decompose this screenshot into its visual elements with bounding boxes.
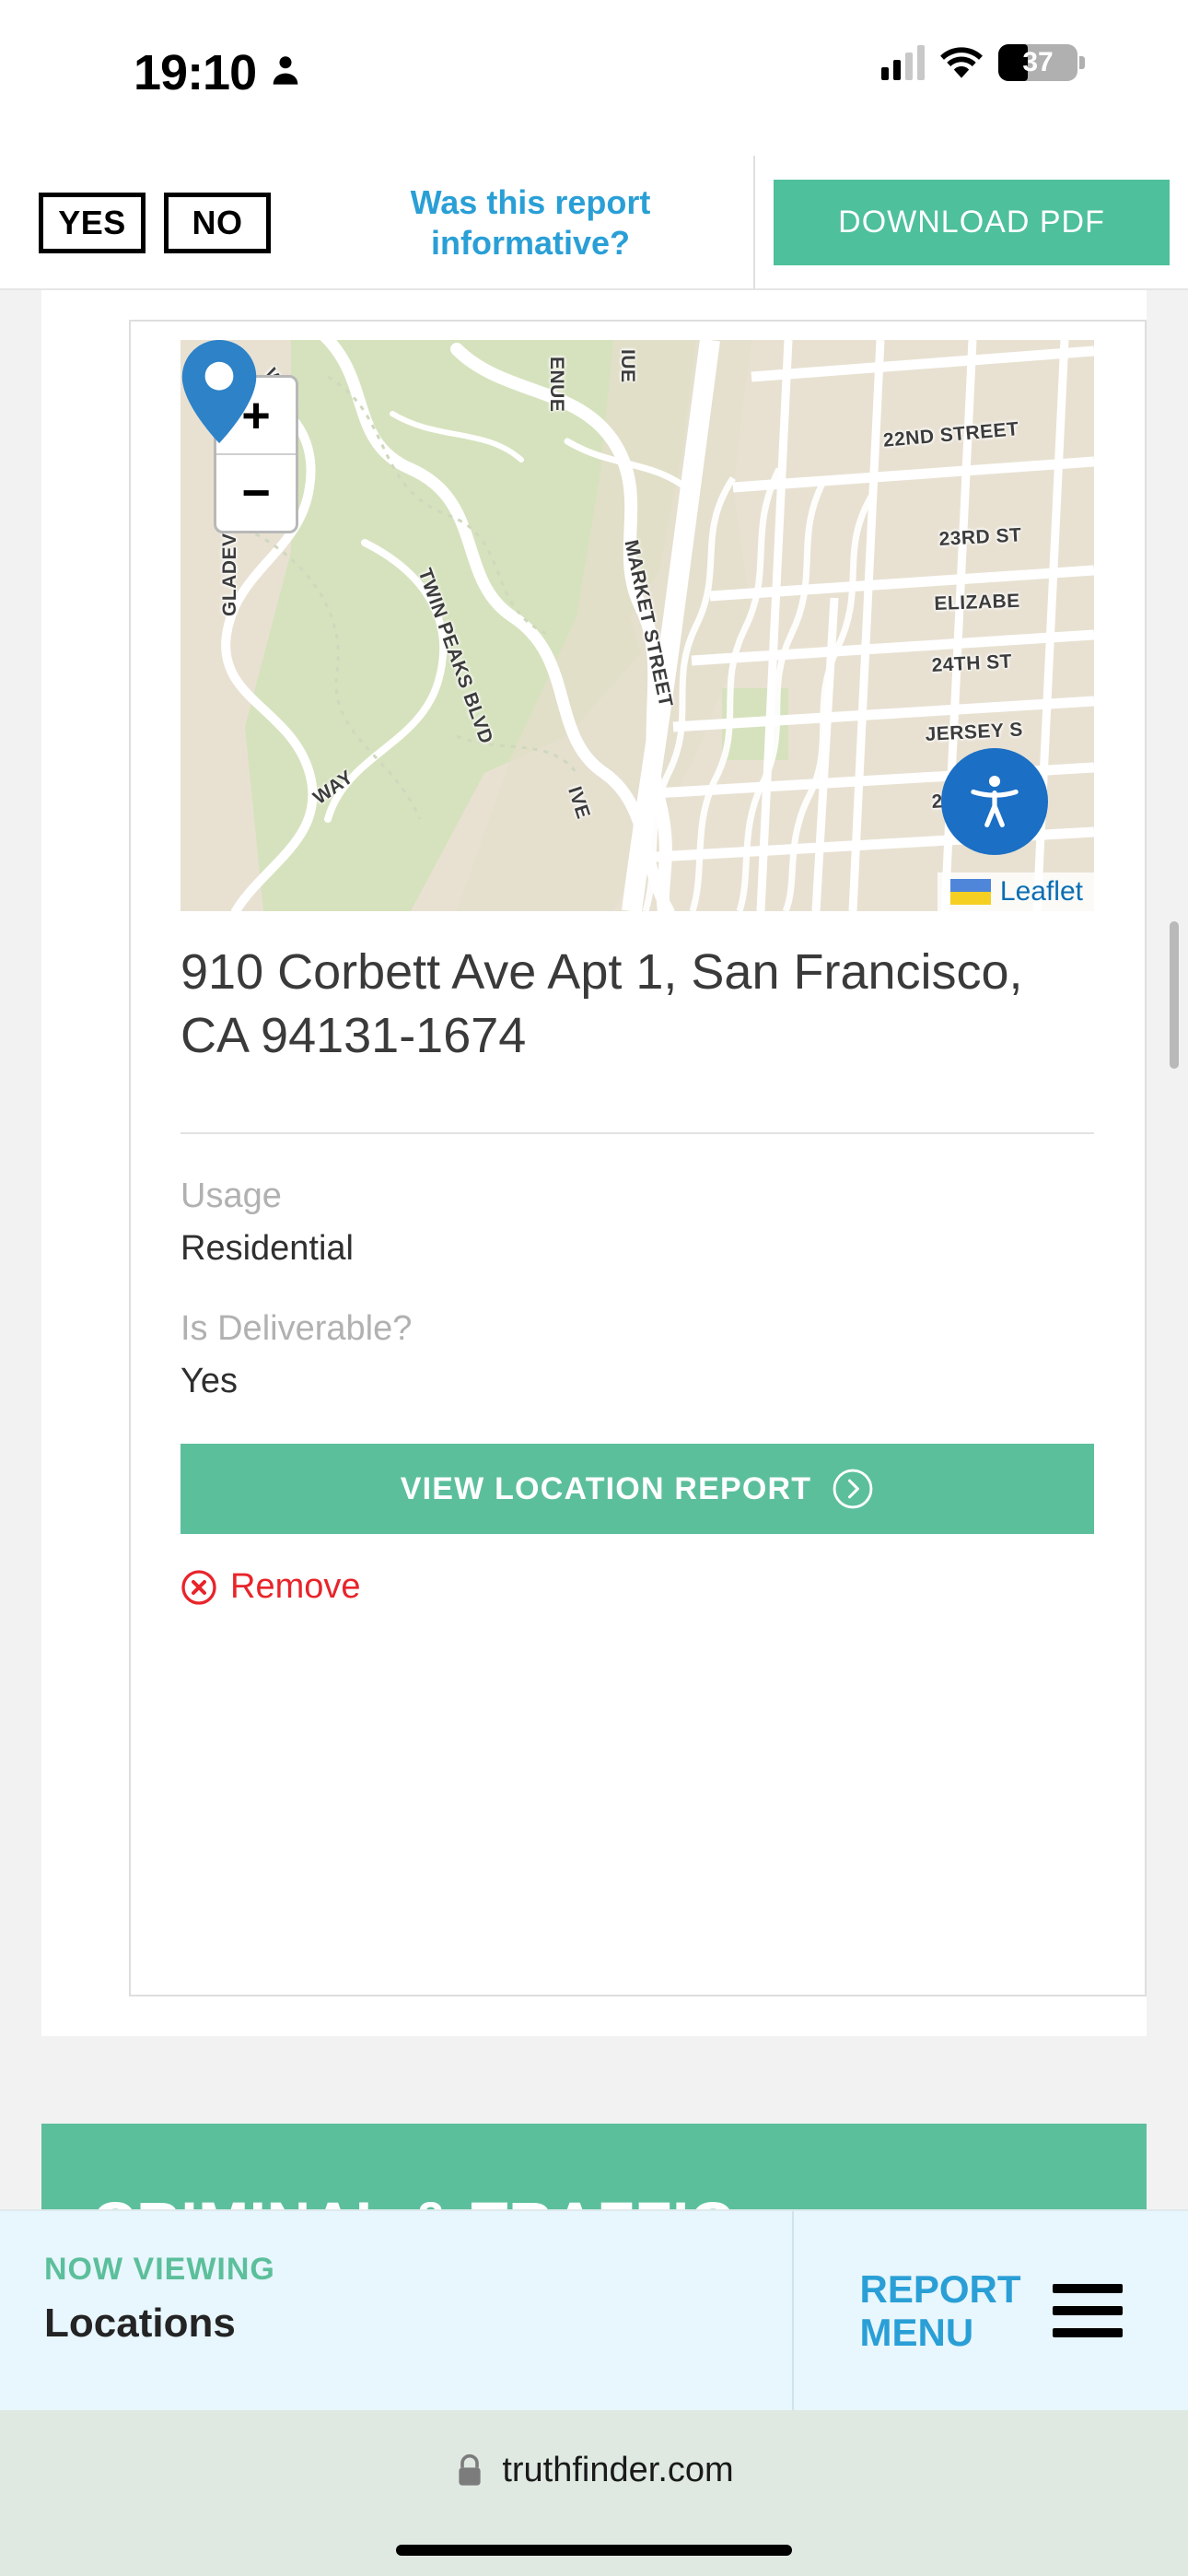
accessibility-person-icon [971,775,1019,827]
hamburger-menu-icon[interactable] [1052,2284,1123,2337]
remove-location-link[interactable]: Remove [181,1567,361,1607]
map-pin-icon [181,340,257,443]
vote-no-button[interactable]: NO [164,192,271,253]
accessibility-widget-button[interactable] [941,748,1048,855]
page-scrollbar[interactable] [1170,921,1179,1069]
field-value: Residential [181,1229,354,1268]
leaflet-label[interactable]: Leaflet [1000,876,1083,907]
battery-icon: 37 [998,44,1085,81]
map-street-label: 23RD ST [938,524,1022,550]
now-viewing-label: NOW VIEWING [44,2252,275,2287]
location-card: + − GLADEVIEW WAYTWIN PEAKS BLVDENUEIUEM… [129,320,1147,1996]
field-value: Yes [181,1362,238,1400]
field-label: Usage [181,1177,282,1215]
url-text[interactable]: truthfinder.com [502,2451,733,2490]
vote-button-group: YES NO [39,192,271,253]
report-menu-text: REPORT MENU [859,2267,1020,2354]
home-indicator [396,2545,792,2556]
browser-footer: truthfinder.com [0,2410,1188,2576]
location-address: 910 Corbett Ave Apt 1, San Francisco, CA… [181,944,1023,1064]
report-menu-line2: MENU [859,2311,974,2354]
map-zoom-out-button[interactable]: − [216,455,296,531]
card-divider [181,1132,1094,1134]
lock-icon [459,2453,481,2486]
chevron-right-circle-icon [833,1469,873,1509]
map-street-label: 24TH ST [931,650,1013,676]
report-menu-line1: REPORT [859,2266,1021,2311]
map-street-label: IUE [617,349,638,383]
view-location-report-button[interactable]: VIEW LOCATION REPORT [181,1444,1094,1534]
remove-label: Remove [230,1567,361,1606]
now-viewing-info: NOW VIEWING Locations [0,2211,792,2410]
now-viewing-section: Locations [44,2301,236,2346]
wifi-icon [940,47,983,78]
detail-field-is-deliverable: Is Deliverable? Yes [181,1309,1046,1401]
page-content: + − GLADEVIEW WAYTWIN PEAKS BLVDENUEIUEM… [0,290,1188,2285]
status-bar-time: 19:10 [134,45,257,100]
report-menu-button[interactable]: REPORT MENU [794,2211,1188,2410]
vote-yes-button[interactable]: YES [39,192,146,253]
remove-circle-x-icon [181,1569,216,1605]
detail-field-usage: Usage Residential [181,1177,1046,1269]
phone-screen: 19:10 37 YES NO Was this report informat… [0,0,1188,2576]
leaflet-attribution[interactable]: Leaflet [937,872,1094,911]
field-label: Is Deliverable? [181,1309,413,1348]
locations-panel: + − GLADEVIEW WAYTWIN PEAKS BLVDENUEIUEM… [41,290,1147,2036]
cellular-signal-icon [881,45,925,80]
person-icon [273,56,298,85]
url-bar[interactable]: truthfinder.com [0,2451,1188,2490]
view-location-report-label: VIEW LOCATION REPORT [400,1470,812,1506]
now-viewing-bar: NOW VIEWING Locations REPORT MENU [0,2209,1188,2410]
map-street-label: ENUE [546,357,567,413]
ukraine-flag-icon [949,879,991,905]
map-street-label: ELIZABE [934,590,1021,615]
download-pdf-wrap: DOWNLOAD PDF [755,180,1188,265]
report-feedback-bar: YES NO Was this report informative? DOWN… [0,156,1188,290]
battery-percent: 37 [1022,47,1054,77]
status-bar: 19:10 37 [0,0,1188,157]
download-pdf-button[interactable]: DOWNLOAD PDF [774,180,1170,265]
feedback-question: Was this report informative? [410,183,651,262]
status-bar-indicators: 37 [881,44,1085,81]
